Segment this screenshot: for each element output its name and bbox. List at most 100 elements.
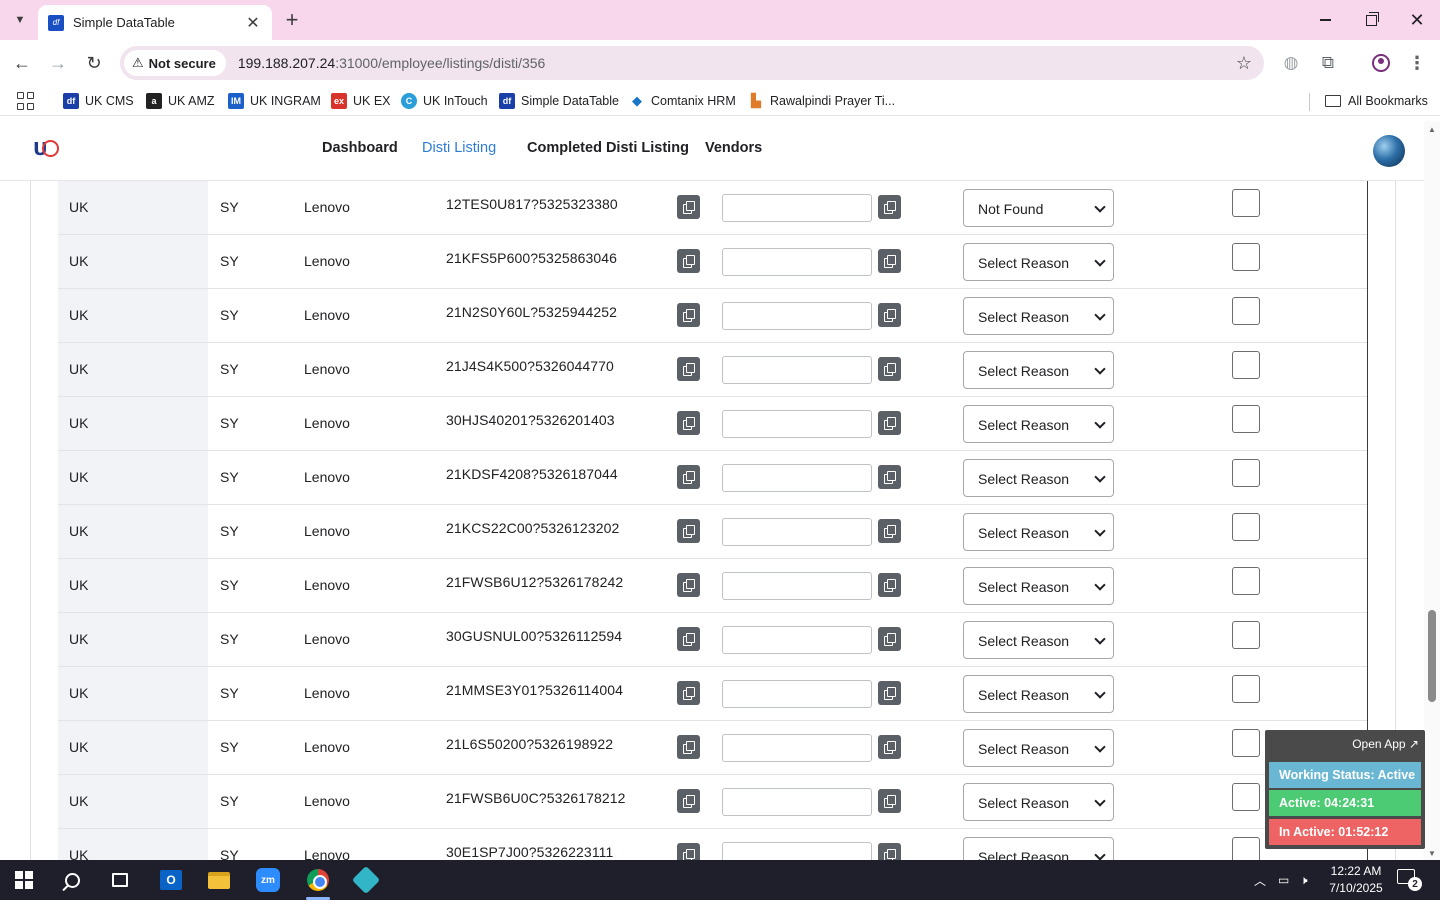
copy-part-button[interactable]: [677, 303, 700, 327]
price-input[interactable]: [722, 734, 872, 762]
row-checkbox[interactable]: [1232, 675, 1260, 703]
copy-input-button[interactable]: [878, 303, 901, 327]
copy-input-button[interactable]: [878, 195, 901, 219]
row-checkbox[interactable]: [1232, 729, 1260, 757]
taskbar-app[interactable]: [346, 865, 386, 895]
price-input[interactable]: [722, 464, 872, 492]
copy-part-button[interactable]: [677, 465, 700, 489]
task-view-button[interactable]: [100, 865, 140, 895]
taskbar-file-explorer[interactable]: [199, 865, 239, 895]
bookmark-uk-ex[interactable]: ex UK EX: [331, 92, 391, 110]
copy-part-button[interactable]: [677, 249, 700, 273]
bookmark-uk-amz[interactable]: a UK AMZ: [146, 92, 215, 110]
network-icon[interactable]: ▭: [1278, 860, 1296, 900]
row-checkbox[interactable]: [1232, 567, 1260, 595]
back-arrow-icon[interactable]: ←: [8, 49, 36, 77]
row-checkbox[interactable]: [1232, 513, 1260, 541]
row-checkbox[interactable]: [1232, 783, 1260, 811]
tab-close-icon[interactable]: ✕: [244, 13, 262, 33]
taskbar-outlook[interactable]: O: [151, 865, 191, 895]
tray-overflow-chevron-icon[interactable]: ︿: [1254, 860, 1270, 900]
reason-select[interactable]: Select Reason: [963, 621, 1114, 659]
uk-logo-icon[interactable]: U: [33, 139, 59, 163]
copy-part-button[interactable]: [677, 519, 700, 543]
copy-part-button[interactable]: [677, 627, 700, 651]
scroll-up-arrow-icon[interactable]: ▲: [1428, 125, 1436, 134]
address-bar[interactable]: ⚠ Not secure 199.188.207.24:31000/employ…: [120, 46, 1264, 80]
copy-part-button[interactable]: [677, 411, 700, 435]
row-checkbox[interactable]: [1232, 297, 1260, 325]
scroll-down-arrow-icon[interactable]: ▼: [1428, 849, 1436, 858]
translate-globe-icon[interactable]: ◍: [1280, 52, 1302, 74]
bookmark-uk-intouch[interactable]: C UK InTouch: [401, 92, 488, 110]
price-input[interactable]: [722, 194, 872, 222]
taskbar-zoom[interactable]: zm: [248, 865, 288, 895]
reason-select[interactable]: Select Reason: [963, 513, 1114, 551]
copy-part-button[interactable]: [677, 357, 700, 381]
copy-input-button[interactable]: [878, 411, 901, 435]
row-checkbox[interactable]: [1232, 837, 1260, 860]
user-avatar[interactable]: [1373, 135, 1405, 167]
copy-part-button[interactable]: [677, 681, 700, 705]
volume-muted-icon[interactable]: 🕨: [1300, 860, 1318, 900]
copy-input-button[interactable]: [878, 843, 901, 860]
profile-avatar-icon[interactable]: [1370, 52, 1392, 74]
price-input[interactable]: [722, 410, 872, 438]
browser-tab-active[interactable]: df Simple DataTable ✕: [38, 5, 272, 40]
price-input[interactable]: [722, 788, 872, 816]
taskbar-search-button[interactable]: [52, 865, 92, 895]
reason-select[interactable]: Not Found: [963, 189, 1114, 227]
reason-select[interactable]: Select Reason: [963, 405, 1114, 443]
reason-select[interactable]: Select Reason: [963, 459, 1114, 497]
price-input[interactable]: [722, 302, 872, 330]
reason-select[interactable]: Select Reason: [963, 567, 1114, 605]
reason-select[interactable]: Select Reason: [963, 783, 1114, 821]
apps-grid-icon[interactable]: [17, 92, 35, 110]
copy-input-button[interactable]: [878, 465, 901, 489]
reason-select[interactable]: Select Reason: [963, 351, 1114, 389]
bookmark-simple-datatable[interactable]: df Simple DataTable: [499, 92, 619, 110]
copy-input-button[interactable]: [878, 681, 901, 705]
copy-part-button[interactable]: [677, 735, 700, 759]
price-input[interactable]: [722, 626, 872, 654]
window-minimize-button[interactable]: [1302, 0, 1348, 40]
price-input[interactable]: [722, 356, 872, 384]
browser-menu-icon[interactable]: ⋮: [1406, 52, 1428, 74]
notification-center-button[interactable]: 2: [1397, 869, 1422, 891]
forward-arrow-icon[interactable]: →: [44, 49, 72, 77]
nav-completed-disti-listing[interactable]: Completed Disti Listing: [527, 140, 689, 156]
nav-vendors[interactable]: Vendors: [705, 140, 762, 156]
nav-disti-listing[interactable]: Disti Listing: [422, 140, 496, 156]
reload-icon[interactable]: ↻: [80, 49, 108, 77]
copy-input-button[interactable]: [878, 627, 901, 651]
copy-input-button[interactable]: [878, 357, 901, 381]
scrollbar-thumb[interactable]: [1428, 610, 1436, 702]
price-input[interactable]: [722, 572, 872, 600]
copy-part-button[interactable]: [677, 789, 700, 813]
url-text[interactable]: 199.188.207.24:31000/employee/listings/d…: [238, 55, 545, 71]
all-bookmarks-button[interactable]: All Bookmarks: [1325, 92, 1428, 110]
copy-part-button[interactable]: [677, 843, 700, 860]
nav-dashboard[interactable]: Dashboard: [322, 140, 398, 156]
reason-select[interactable]: Select Reason: [963, 675, 1114, 713]
bookmark-rawalpindi-prayer[interactable]: ▙ Rawalpindi Prayer Ti...: [748, 92, 895, 110]
page-scrollbar[interactable]: ▲ ▼: [1424, 121, 1440, 860]
reason-select[interactable]: Select Reason: [963, 837, 1114, 860]
site-security-chip[interactable]: ⚠ Not secure: [124, 50, 226, 76]
extensions-puzzle-icon[interactable]: ⧉: [1317, 52, 1339, 74]
copy-part-button[interactable]: [677, 573, 700, 597]
price-input[interactable]: [722, 518, 872, 546]
copy-input-button[interactable]: [878, 249, 901, 273]
reason-select[interactable]: Select Reason: [963, 729, 1114, 767]
start-button[interactable]: [4, 865, 44, 895]
row-checkbox[interactable]: [1232, 405, 1260, 433]
new-tab-button[interactable]: +: [280, 8, 304, 32]
bookmark-uk-ingram[interactable]: IM UK INGRAM: [228, 92, 321, 110]
reason-select[interactable]: Select Reason: [963, 243, 1114, 281]
row-checkbox[interactable]: [1232, 189, 1260, 217]
copy-input-button[interactable]: [878, 789, 901, 813]
row-checkbox[interactable]: [1232, 621, 1260, 649]
bookmark-comtanix-hrm[interactable]: ◆ Comtanix HRM: [629, 92, 736, 110]
reason-select[interactable]: Select Reason: [963, 297, 1114, 335]
copy-input-button[interactable]: [878, 573, 901, 597]
